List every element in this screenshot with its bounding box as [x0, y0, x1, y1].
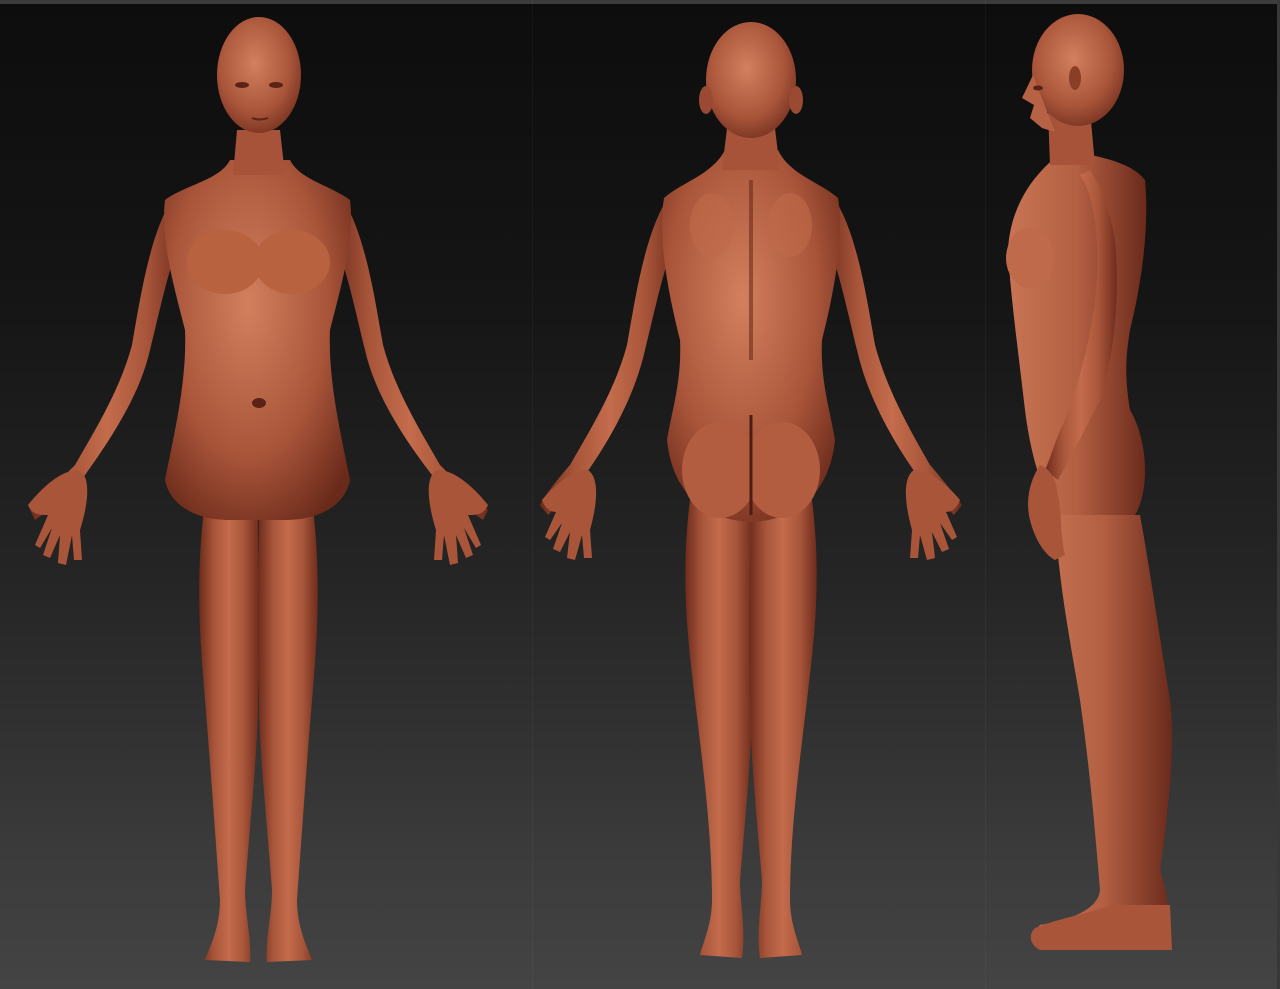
- side-view-figure: [1006, 14, 1172, 950]
- front-view-figure: [28, 17, 488, 962]
- back-view-figure: [540, 22, 962, 958]
- character-model-turnaround: [28, 14, 1172, 962]
- sculpt-viewport[interactable]: [0, 0, 1280, 989]
